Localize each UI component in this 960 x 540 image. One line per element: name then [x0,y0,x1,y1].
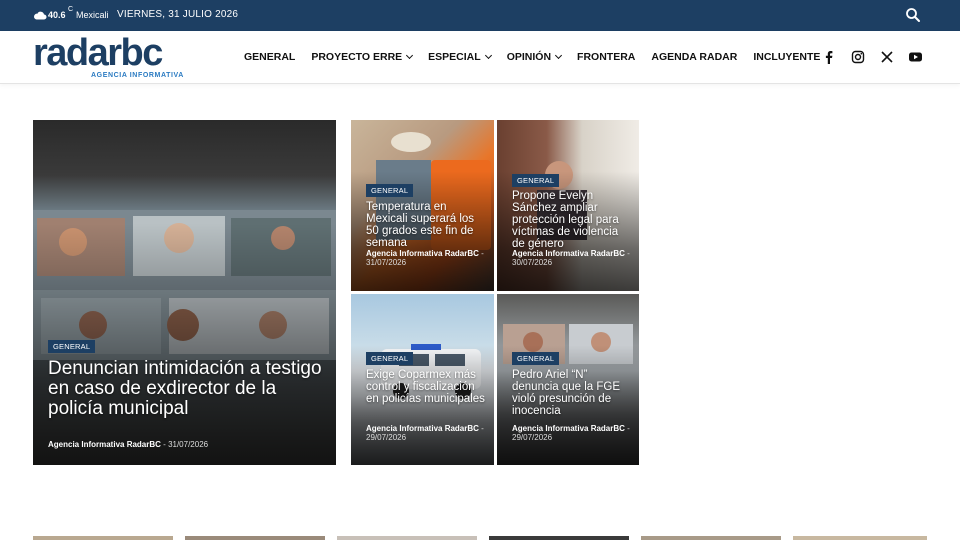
article-card[interactable]: GENERAL Pedro Ariel “N” denuncia que la … [497,294,639,465]
next-row-image [337,536,477,540]
nav-label: AGENDA RADAR [651,51,738,63]
article-card-featured[interactable]: GENERAL Denuncian intimidación a testigo… [33,120,336,465]
nav-label: ESPECIAL [428,51,481,63]
meta-separator: - [481,249,484,258]
article-date: 29/07/2026 [512,432,553,442]
article-title[interactable]: Temperatura en Mexicali superará los 50 … [366,201,488,249]
article-meta: Agencia Informativa RadarBC - 31/07/2026 [48,440,209,450]
article-date: 29/07/2026 [366,432,407,442]
article-date: 30/07/2026 [512,257,553,267]
temperature-unit: C [68,6,74,13]
article-author[interactable]: Agencia Informativa RadarBC [512,249,625,258]
article-card[interactable]: GENERAL Temperatura en Mexicali superará… [351,120,494,291]
youtube-icon[interactable] [908,50,923,64]
x-icon[interactable] [880,50,894,64]
article-date: 31/07/2026 [366,257,407,267]
next-row-image [33,536,173,540]
meta-separator: - [627,424,630,433]
nav-label: OPINIÓN [506,51,552,63]
logo-tagline: AGENCIA INFORMATIVA [91,72,184,79]
nav-label: INCLUYENTE [753,51,821,63]
nav-label: PROYECTO ERRE [311,51,403,63]
article-title[interactable]: Exige Coparmex más control y fiscalizaci… [366,369,488,405]
article-title[interactable]: Pedro Ariel “N” denuncia que la FGE viol… [512,369,634,417]
nav-general[interactable]: GENERAL [244,51,295,63]
nav-incluyente[interactable]: INCLUYENTE [753,51,820,63]
nav-agenda-radar[interactable]: AGENDA RADAR [651,51,737,63]
article-author[interactable]: Agencia Informativa RadarBC [48,440,161,449]
main-nav: GENERAL PROYECTO ERRE ESPECIAL OPINIÓN F… [244,51,836,63]
category-tag[interactable]: GENERAL [366,352,414,365]
chevron-down-icon [406,51,414,60]
nav-especial[interactable]: ESPECIAL [428,51,492,63]
temperature: 40.6 [48,10,66,20]
meta-separator: - [163,440,166,449]
next-row-image [185,536,325,540]
nav-label: GENERAL [244,51,296,63]
article-title[interactable]: Propone Evelyn Sánchez ampliar protecció… [512,190,634,250]
article-date: 31/07/2026 [168,440,209,449]
category-tag[interactable]: GENERAL [512,174,560,187]
article-meta: Agencia Informativa RadarBC - 29/07/2026 [366,424,491,443]
search-icon[interactable] [904,6,922,24]
nav-label: FRONTERA [577,51,636,63]
chevron-down-icon [484,51,492,60]
article-author[interactable]: Agencia Informativa RadarBC [366,424,479,433]
next-row-image [489,536,629,540]
city-name: Mexicali [76,10,109,20]
next-row-image [793,536,927,540]
site-header: radarbc AGENCIA INFORMATIVA GENERAL PROY… [0,31,960,84]
category-tag[interactable]: GENERAL [48,340,96,353]
article-card[interactable]: GENERAL Propone Evelyn Sánchez ampliar p… [497,120,639,291]
category-tag[interactable]: GENERAL [366,184,414,197]
category-tag[interactable]: GENERAL [512,352,560,365]
nav-frontera[interactable]: FRONTERA [577,51,635,63]
meta-separator: - [627,249,630,258]
instagram-icon[interactable] [851,50,865,64]
article-title[interactable]: Denuncian intimidación a testigo en caso… [48,359,328,419]
article-meta: Agencia Informativa RadarBC - 30/07/2026 [512,249,636,268]
current-date: VIERNES, 31 JULIO 2026 [117,9,239,20]
nav-proyecto-erre[interactable]: PROYECTO ERRE [311,51,414,63]
facebook-icon[interactable] [822,50,836,64]
nav-opinion[interactable]: OPINIÓN [506,51,563,63]
article-author[interactable]: Agencia Informativa RadarBC [512,424,625,433]
top-bar: 40.6 C Mexicali VIERNES, 31 JULIO 2026 [0,0,960,31]
article-meta: Agencia Informativa RadarBC - 31/07/2026 [366,249,491,268]
next-row-image [641,536,781,540]
site-logo[interactable]: radarbc AGENCIA INFORMATIVA [33,33,185,81]
chevron-down-icon [554,51,563,60]
cloud-icon [34,11,47,20]
meta-separator: - [481,424,484,433]
article-meta: Agencia Informativa RadarBC - 29/07/2026 [512,424,636,443]
article-card[interactable]: GENERAL Exige Coparmex más control y fis… [351,294,494,465]
article-author[interactable]: Agencia Informativa RadarBC [366,249,479,258]
logo-wordmark: radarbc [33,32,163,74]
